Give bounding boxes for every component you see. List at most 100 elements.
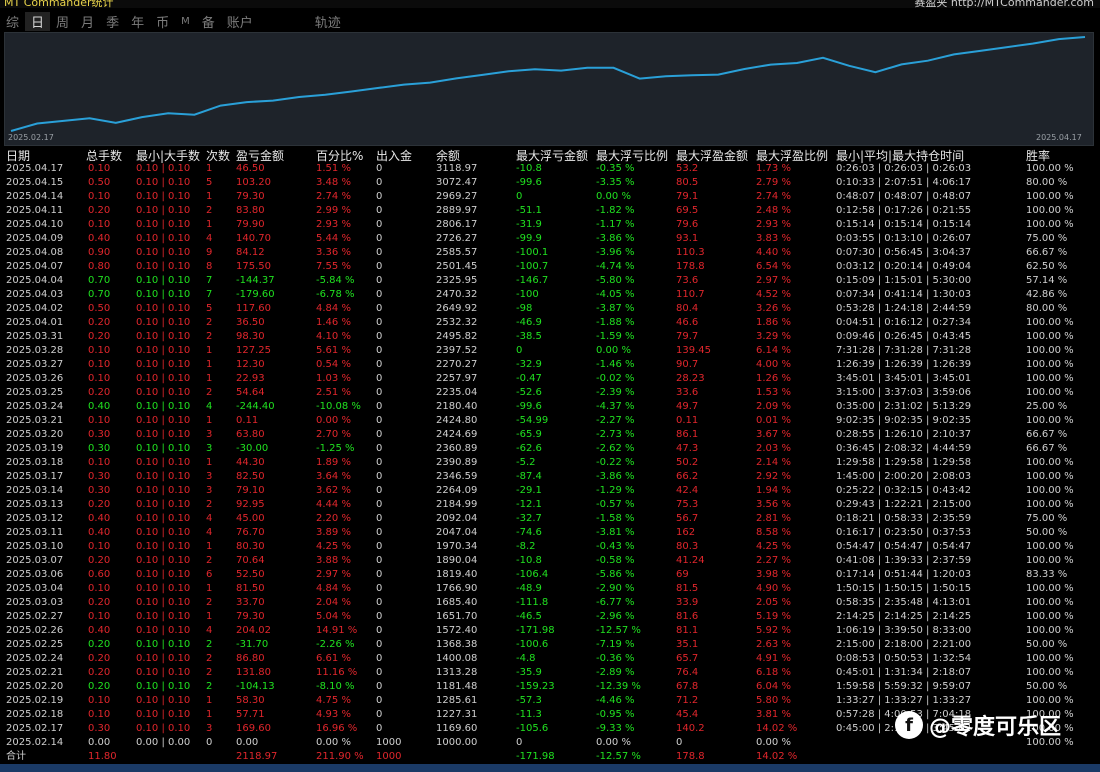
table-row[interactable]: 2025.03.25 0.20 0.10 | 0.10 2 54.64 2.51 % 0 22… (0, 386, 1100, 400)
table-row[interactable]: 2025.04.08 0.90 0.10 | 0.10 9 84.12 3.36 % 0 25… (0, 246, 1100, 260)
cell-trade-count: 2 (206, 499, 213, 510)
cell-max-float-loss: -99.9 (516, 233, 542, 244)
cell-win-rate: 50.00 % (1026, 527, 1068, 538)
tab-9[interactable]: 账户 (221, 12, 259, 31)
cell-balance: 2325.95 (436, 275, 478, 286)
table-row[interactable]: 2025.03.04 0.10 0.10 | 0.10 1 81.50 4.84 % 0 17… (0, 582, 1100, 596)
cell-pnl-pct: 1.46 % (316, 317, 351, 328)
brand-link[interactable]: 赛盈夹 http://MTCommander.com (914, 0, 1094, 8)
cell-deposit: 0 (376, 695, 383, 706)
cell-trade-count: 1 (206, 345, 213, 356)
table-row[interactable]: 2025.03.13 0.20 0.10 | 0.10 2 92.95 4.44 % 0 21… (0, 498, 1100, 512)
cell-max-float-loss: -111.8 (516, 597, 549, 608)
table-row[interactable]: 2025.04.17 0.10 0.10 | 0.10 1 46.50 1.51 % 0 31… (0, 162, 1100, 176)
table-row[interactable]: 2025.03.31 0.20 0.10 | 0.10 2 98.30 4.10 % 0 24… (0, 330, 1100, 344)
cell-deposit: 0 (376, 611, 383, 622)
cell-total-lots: 0.50 (88, 177, 111, 188)
table-row[interactable]: 2025.02.21 0.20 0.10 | 0.10 2 131.80 11.16 % 0… (0, 666, 1100, 680)
cell-deposit: 0 (376, 597, 383, 608)
cell-pnl: 33.70 (236, 597, 265, 608)
table-row[interactable]: 2025.04.02 0.50 0.10 | 0.10 5 117.60 4.84 % 0 2… (0, 302, 1100, 316)
table-row[interactable]: 2025.03.21 0.10 0.10 | 0.10 1 0.11 0.00 % 0 242… (0, 414, 1100, 428)
table-row[interactable]: 2025.03.14 0.30 0.10 | 0.10 3 79.10 3.62 % 0 22… (0, 484, 1100, 498)
cell-max-float-loss: -74.6 (516, 527, 542, 538)
cell-deposit: 0 (376, 177, 383, 188)
cell-deposit: 0 (376, 233, 383, 244)
tab-8[interactable]: 备 (196, 12, 221, 31)
cell-total-lots: 0.20 (88, 205, 111, 216)
table-row[interactable]: 2025.03.03 0.20 0.10 | 0.10 2 33.70 2.04 % 0 16… (0, 596, 1100, 610)
table-row[interactable]: 2025.04.10 0.10 0.10 | 0.10 1 79.90 2.93 % 0 28… (0, 218, 1100, 232)
cell-pnl: -104.13 (236, 681, 275, 692)
tab-1[interactable]: 日 (25, 11, 51, 31)
cell-pnl: 83.80 (236, 205, 265, 216)
cell-balance: 1227.31 (436, 709, 478, 720)
table-row[interactable]: 2025.03.18 0.10 0.10 | 0.10 1 44.30 1.89 % 0 23… (0, 456, 1100, 470)
table-row[interactable]: 2025.02.25 0.20 0.10 | 0.10 2 -31.70 -2.26 % 0… (0, 638, 1100, 652)
table-row[interactable]: 2025.02.19 0.10 0.10 | 0.10 1 58.30 4.75 % 0 12… (0, 694, 1100, 708)
table-row[interactable]: 2025.03.12 0.40 0.10 | 0.10 4 45.00 2.20 % 0 20… (0, 512, 1100, 526)
table-row[interactable]: 2025.03.06 0.60 0.10 | 0.10 6 52.50 2.97 % 0 18… (0, 568, 1100, 582)
tab-2[interactable]: 周 (50, 12, 75, 31)
cell-win-rate: 100.00 % (1026, 611, 1074, 622)
cell-pnl: -31.70 (236, 639, 269, 650)
table-row[interactable]: 2025.02.24 0.20 0.10 | 0.10 2 86.80 6.61 % 0 14… (0, 652, 1100, 666)
table-row[interactable]: 2025.04.03 0.70 0.10 | 0.10 7 -179.60 -6.78 %… (0, 288, 1100, 302)
cell-max-float-loss-pct: 0.00 % (596, 737, 631, 748)
cell-max-float-profit: 33.6 (676, 387, 699, 398)
cell-max-float-profit: 66.2 (676, 471, 699, 482)
tab-0[interactable]: 综 (0, 12, 25, 31)
table-row[interactable]: 2025.04.14 0.10 0.10 | 0.10 1 79.30 2.74 % 0 29… (0, 190, 1100, 204)
table-row[interactable]: 2025.04.15 0.50 0.10 | 0.10 5 103.20 3.48 % 0 3… (0, 176, 1100, 190)
cell-deposit: 0 (376, 401, 383, 412)
cell-pnl: 86.80 (236, 653, 265, 664)
table-row[interactable]: 2025.03.19 0.30 0.10 | 0.10 3 -30.00 -1.25 % 0… (0, 442, 1100, 456)
table-row[interactable]: 2025.04.07 0.80 0.10 | 0.10 8 175.50 7.55 % 0 2… (0, 260, 1100, 274)
table-row[interactable]: 2025.03.26 0.10 0.10 | 0.10 1 22.93 1.03 % 0 22… (0, 372, 1100, 386)
table-row[interactable]: 2025.03.11 0.40 0.10 | 0.10 4 76.70 3.89 % 0 20… (0, 526, 1100, 540)
cell-total-lots: 0.10 (88, 709, 111, 720)
cell-hold-time: 3:15:00 | 3:37:03 | 3:59:06 (836, 387, 972, 398)
tab-3[interactable]: 月 (75, 12, 100, 31)
cell-total-lots: 0.10 (88, 611, 111, 622)
table-row[interactable]: 2025.03.28 0.10 0.10 | 0.10 1 127.25 5.61 % 0 2… (0, 344, 1100, 358)
cell-balance: 1000.00 (436, 737, 478, 748)
table-row[interactable]: 2025.04.11 0.20 0.10 | 0.10 2 83.80 2.99 % 0 28… (0, 204, 1100, 218)
tab-5[interactable]: 年 (125, 12, 150, 31)
table-row[interactable]: 2025.03.20 0.30 0.10 | 0.10 3 63.80 2.70 % 0 24… (0, 428, 1100, 442)
cell-deposit: 1000 (376, 737, 402, 748)
table-row[interactable]: 2025.03.24 0.40 0.10 | 0.10 4 -244.40 -10.08 … (0, 400, 1100, 414)
cell-max-float-profit: 80.5 (676, 177, 699, 188)
cell-min-max-lots: 0.10 | 0.10 (136, 261, 191, 272)
cell-max-float-loss-pct: -2.39 % (596, 387, 635, 398)
table-row[interactable]: 2025.02.26 0.40 0.10 | 0.10 4 204.02 14.91 % 0… (0, 624, 1100, 638)
cell-date: 2025.04.02 (6, 303, 64, 314)
cell-min-max-lots: 0.10 | 0.10 (136, 289, 191, 300)
cell-max-float-loss: -11.3 (516, 709, 542, 720)
table-row[interactable]: 2025.04.04 0.70 0.10 | 0.10 7 -144.37 -5.84 %… (0, 274, 1100, 288)
cell-deposit: 0 (376, 415, 383, 426)
tab-7[interactable]: M (175, 16, 196, 27)
cell-date: 2025.03.28 (6, 345, 64, 356)
chart-start-date: 2025.02.17 (8, 133, 54, 142)
table-row[interactable]: 2025.02.27 0.10 0.10 | 0.10 1 79.30 5.04 % 0 16… (0, 610, 1100, 624)
cell-max-float-loss: -99.6 (516, 401, 542, 412)
cell-total-lots: 0.10 (88, 457, 111, 468)
table-row[interactable]: 2025.03.10 0.10 0.10 | 0.10 1 80.30 4.25 % 0 19… (0, 540, 1100, 554)
table-row[interactable]: 2025.04.01 0.20 0.10 | 0.10 2 36.50 1.46 % 0 25… (0, 316, 1100, 330)
tab-4[interactable]: 季 (100, 12, 125, 31)
table-row[interactable]: 2025.03.27 0.10 0.10 | 0.10 1 12.30 0.54 % 0 22… (0, 358, 1100, 372)
table-row[interactable]: 2025.03.17 0.30 0.10 | 0.10 3 82.50 3.64 % 0 23… (0, 470, 1100, 484)
table-row[interactable]: 2025.04.09 0.40 0.10 | 0.10 4 140.70 5.44 % 0 2… (0, 232, 1100, 246)
table-row[interactable]: 2025.03.07 0.20 0.10 | 0.10 2 70.64 3.88 % 0 18… (0, 554, 1100, 568)
cell-max-float-profit: 71.2 (676, 695, 699, 706)
table-row[interactable]: 2025.02.20 0.20 0.10 | 0.10 2 -104.13 -8.10 %… (0, 680, 1100, 694)
cell-trade-count: 2 (206, 331, 213, 342)
cell-balance: 1819.40 (436, 569, 478, 580)
tab-10[interactable]: 轨迹 (309, 12, 347, 31)
cell-win-rate: 100.00 % (1026, 163, 1074, 174)
cell-max-float-profit-pct: 2.48 % (756, 205, 791, 216)
cell-balance: 2270.27 (436, 359, 478, 370)
tab-6[interactable]: 币 (150, 12, 175, 31)
cell-max-float-profit: 75.3 (676, 499, 699, 510)
